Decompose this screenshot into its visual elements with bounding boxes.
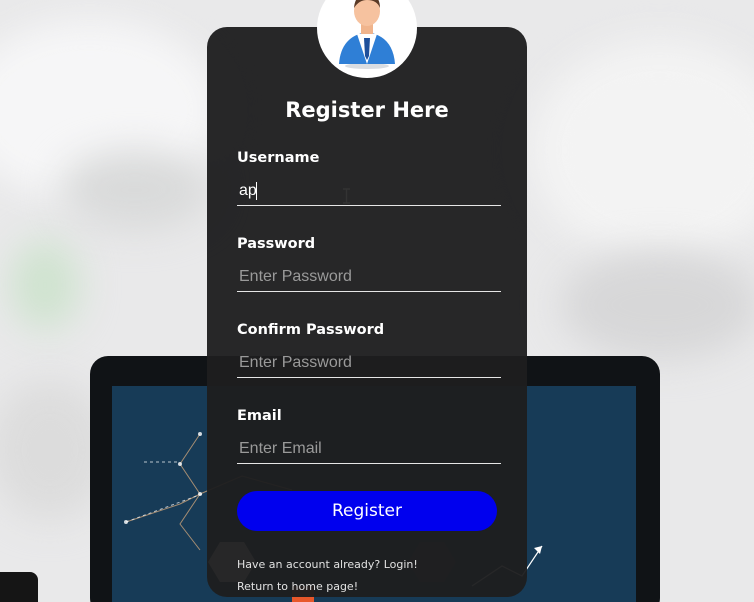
password-input[interactable] <box>237 262 501 292</box>
i-beam-cursor-icon <box>343 188 350 204</box>
background-plant <box>10 240 80 330</box>
home-link[interactable]: Return to home page! <box>237 580 358 593</box>
email-label: Email <box>237 408 282 424</box>
username-input[interactable] <box>237 176 501 206</box>
confirm-password-label: Confirm Password <box>237 322 385 338</box>
confirm-password-input[interactable] <box>237 348 501 378</box>
register-button[interactable]: Register <box>237 491 497 531</box>
username-label: Username <box>237 150 320 166</box>
login-link[interactable]: Have an account already? Login! <box>237 558 418 571</box>
email-input[interactable] <box>237 434 501 464</box>
background-shadow <box>60 150 210 230</box>
background-shadow <box>560 250 754 360</box>
text-caret <box>256 182 257 200</box>
background-highlight <box>530 40 754 260</box>
page-title: Register Here <box>285 98 449 122</box>
password-label: Password <box>237 236 316 252</box>
background-mug <box>0 572 38 602</box>
